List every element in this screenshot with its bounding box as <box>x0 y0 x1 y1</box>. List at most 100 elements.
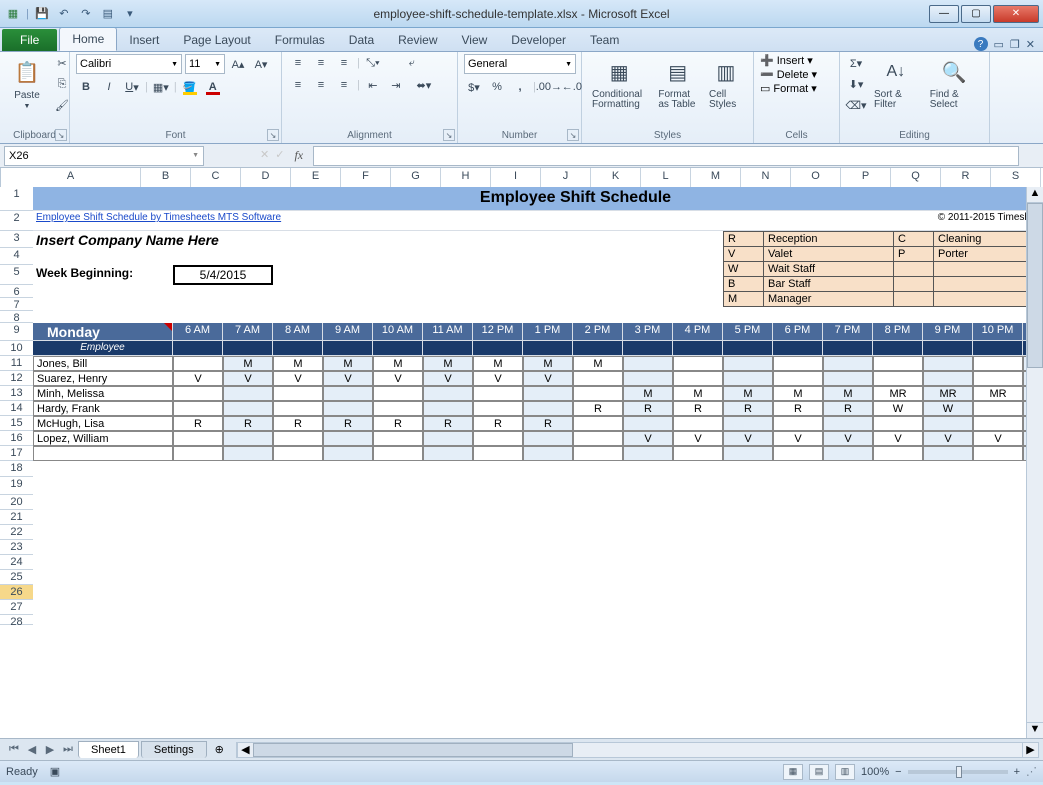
shift-cell[interactable] <box>323 401 373 416</box>
time-header[interactable]: 8 PM <box>873 323 923 341</box>
fill-icon[interactable]: ⬇▾ <box>846 75 866 93</box>
shift-cell[interactable] <box>573 431 623 446</box>
shift-cell[interactable]: MR <box>923 386 973 401</box>
number-launcher[interactable]: ↘ <box>567 129 579 141</box>
align-top-icon[interactable]: ≡ <box>288 54 308 72</box>
shift-cell[interactable] <box>773 371 823 386</box>
shift-cell[interactable] <box>423 386 473 401</box>
row-header[interactable]: 5 <box>0 265 33 285</box>
shift-cell[interactable] <box>473 431 523 446</box>
shift-cell[interactable] <box>723 416 773 431</box>
tab-team[interactable]: Team <box>578 29 631 51</box>
find-select-button[interactable]: 🔍Find & Select <box>926 54 983 112</box>
row-header[interactable]: 19 <box>0 477 33 495</box>
shift-cell[interactable]: R <box>823 401 873 416</box>
cell[interactable] <box>373 341 423 356</box>
column-header[interactable]: O <box>791 168 841 187</box>
font-launcher[interactable]: ↘ <box>267 129 279 141</box>
shift-cell[interactable]: V <box>723 431 773 446</box>
shift-cell[interactable]: V <box>523 371 573 386</box>
shift-cell[interactable] <box>773 416 823 431</box>
cell[interactable] <box>923 341 973 356</box>
shift-cell[interactable] <box>373 446 423 461</box>
schedule-title[interactable]: Employee Shift Schedule <box>33 187 1043 211</box>
qat-customize-icon[interactable]: ▾ <box>121 5 139 23</box>
sheet-cells[interactable]: Employee Shift ScheduleEmployee Shift Sc… <box>33 187 1043 477</box>
shift-cell[interactable]: R <box>273 416 323 431</box>
cell[interactable] <box>33 461 1043 477</box>
shift-cell[interactable]: M <box>773 386 823 401</box>
time-header[interactable]: 7 AM <box>223 323 273 341</box>
time-header[interactable]: 5 PM <box>723 323 773 341</box>
italic-button[interactable]: I <box>99 78 119 96</box>
time-header[interactable]: 9 PM <box>923 323 973 341</box>
shift-cell[interactable]: MR <box>973 386 1023 401</box>
time-header[interactable]: 10 AM <box>373 323 423 341</box>
column-header[interactable]: N <box>741 168 791 187</box>
shift-cell[interactable]: R <box>623 401 673 416</box>
bold-button[interactable]: B <box>76 78 96 96</box>
format-painter-icon[interactable]: 🖌 <box>52 96 72 114</box>
shift-cell[interactable] <box>773 446 823 461</box>
number-format-select[interactable]: General▼ <box>464 54 576 74</box>
cut-icon[interactable]: ✂ <box>52 54 72 72</box>
shift-cell[interactable] <box>923 416 973 431</box>
shift-cell[interactable] <box>523 386 573 401</box>
decrease-indent-icon[interactable]: ⇤ <box>363 76 383 94</box>
shift-cell[interactable]: M <box>273 356 323 371</box>
align-left-icon[interactable]: ≡ <box>288 76 308 94</box>
shift-cell[interactable] <box>273 446 323 461</box>
row-header[interactable]: 6 <box>0 285 33 298</box>
shift-cell[interactable] <box>723 356 773 371</box>
shift-cell[interactable]: R <box>773 401 823 416</box>
shift-cell[interactable] <box>723 446 773 461</box>
row-header[interactable]: 11 <box>0 356 33 371</box>
column-header[interactable]: L <box>641 168 691 187</box>
week-beginning-date[interactable]: 5/4/2015 <box>173 265 273 285</box>
align-bottom-icon[interactable]: ≡ <box>334 54 354 72</box>
shift-cell[interactable] <box>873 356 923 371</box>
alignment-launcher[interactable]: ↘ <box>443 129 455 141</box>
qat-redo-icon[interactable]: ↷ <box>77 5 95 23</box>
scroll-down-icon[interactable]: ▼ <box>1027 722 1043 738</box>
shift-cell[interactable] <box>423 401 473 416</box>
zoom-out-icon[interactable]: − <box>895 766 901 778</box>
align-center-icon[interactable]: ≡ <box>311 76 331 94</box>
shift-cell[interactable]: V <box>373 371 423 386</box>
name-box[interactable]: X26▼ <box>4 146 204 166</box>
tab-file[interactable]: File <box>2 29 57 51</box>
shift-cell[interactable] <box>423 446 473 461</box>
delete-cells-button[interactable]: ➖Delete ▾ <box>760 68 817 81</box>
shift-cell[interactable] <box>223 401 273 416</box>
shift-cell[interactable]: R <box>373 416 423 431</box>
shift-cell[interactable]: V <box>473 371 523 386</box>
shift-cell[interactable] <box>473 446 523 461</box>
cell[interactable] <box>873 341 923 356</box>
shift-cell[interactable] <box>223 431 273 446</box>
tab-data[interactable]: Data <box>337 29 386 51</box>
shift-cell[interactable]: V <box>623 431 673 446</box>
source-link[interactable]: Employee Shift Schedule by Timesheets MT… <box>33 211 523 231</box>
column-header[interactable]: E <box>291 168 341 187</box>
tab-developer[interactable]: Developer <box>499 29 578 51</box>
shift-cell[interactable] <box>523 431 573 446</box>
shift-cell[interactable] <box>473 401 523 416</box>
shift-cell[interactable] <box>473 386 523 401</box>
employee-name-cell[interactable]: Suarez, Henry <box>33 371 173 386</box>
tab-insert[interactable]: Insert <box>117 29 171 51</box>
employee-name-cell[interactable]: McHugh, Lisa <box>33 416 173 431</box>
shift-cell[interactable] <box>373 401 423 416</box>
decrease-decimal-icon[interactable]: ←.0 <box>562 78 582 96</box>
qat-save-icon[interactable]: 💾 <box>33 5 51 23</box>
cell[interactable] <box>673 341 723 356</box>
last-sheet-icon[interactable]: ⏭ <box>60 743 76 756</box>
shift-cell[interactable] <box>973 416 1023 431</box>
autosum-icon[interactable]: Σ▾ <box>846 54 866 72</box>
shift-cell[interactable]: R <box>673 401 723 416</box>
hscroll-thumb[interactable] <box>253 743 573 757</box>
copy-icon[interactable]: ⎘ <box>52 75 72 93</box>
shift-cell[interactable]: M <box>223 356 273 371</box>
accounting-format-icon[interactable]: $▾ <box>464 78 484 96</box>
shift-cell[interactable]: V <box>823 431 873 446</box>
qat-undo-icon[interactable]: ↶ <box>55 5 73 23</box>
